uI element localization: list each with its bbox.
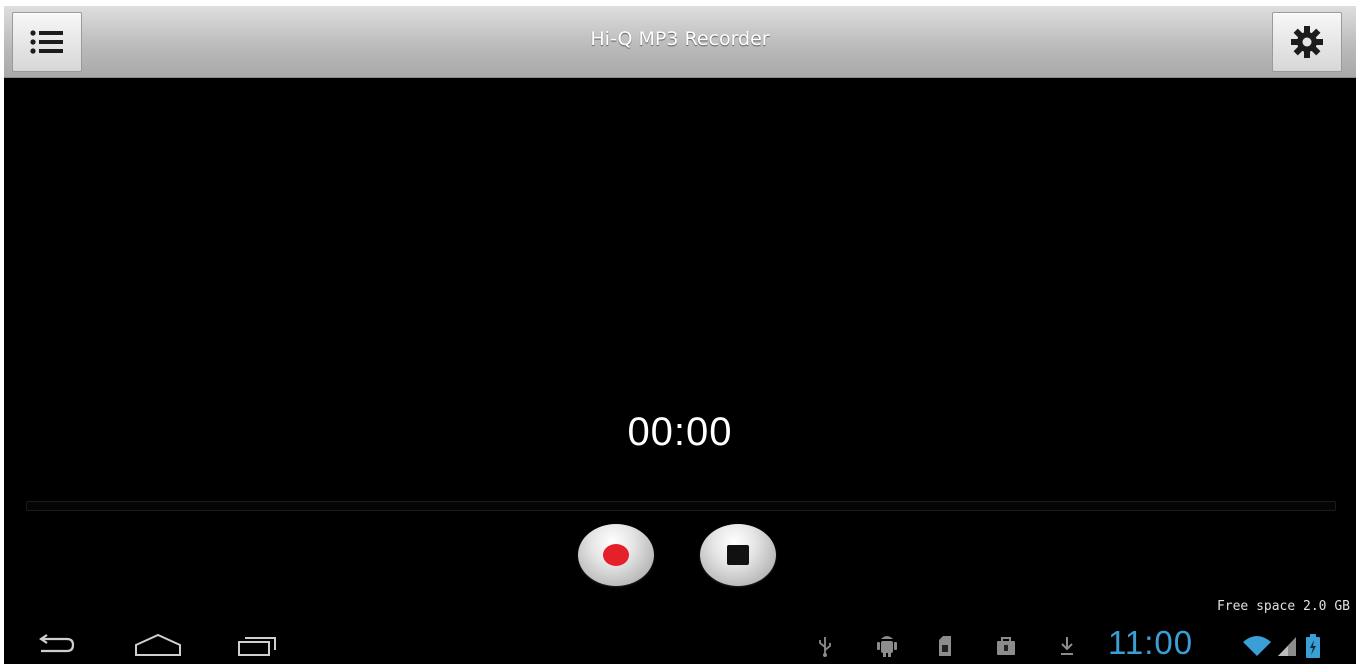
home-button[interactable] [130,626,186,664]
record-icon [603,544,629,566]
recent-apps-icon [238,637,276,656]
free-space-label: Free space 2.0 GB [1216,599,1350,614]
wifi-icon [1240,633,1274,659]
stop-button[interactable] [700,524,776,586]
app-title: Hi-Q MP3 Recorder [590,28,770,50]
download-icon [1056,633,1078,659]
level-meter [26,501,1336,511]
signal-icon [1276,633,1298,659]
back-icon [39,634,75,653]
gear-icon [1291,26,1323,58]
android-debug-icon [874,633,900,659]
recording-timer: 00:00 [627,410,733,454]
record-button[interactable] [578,524,654,586]
recorder-app: Hi-Q MP3 Recorder 00:00 Free space 2.0 G… [4,6,1356,664]
settings-button[interactable] [1272,12,1342,72]
screen: Hi-Q MP3 Recorder 00:00 Free space 2.0 G… [0,0,1360,664]
home-icon [135,633,181,656]
sd-card-icon [934,633,956,659]
recent-apps-button[interactable] [232,626,284,664]
action-bar: Hi-Q MP3 Recorder [4,6,1356,78]
status-clock: 11:00 [1108,624,1194,661]
stop-icon [727,545,749,565]
battery-icon [1302,633,1324,659]
back-button[interactable] [30,626,80,664]
usb-icon [814,633,836,659]
bag-icon [994,633,1018,659]
